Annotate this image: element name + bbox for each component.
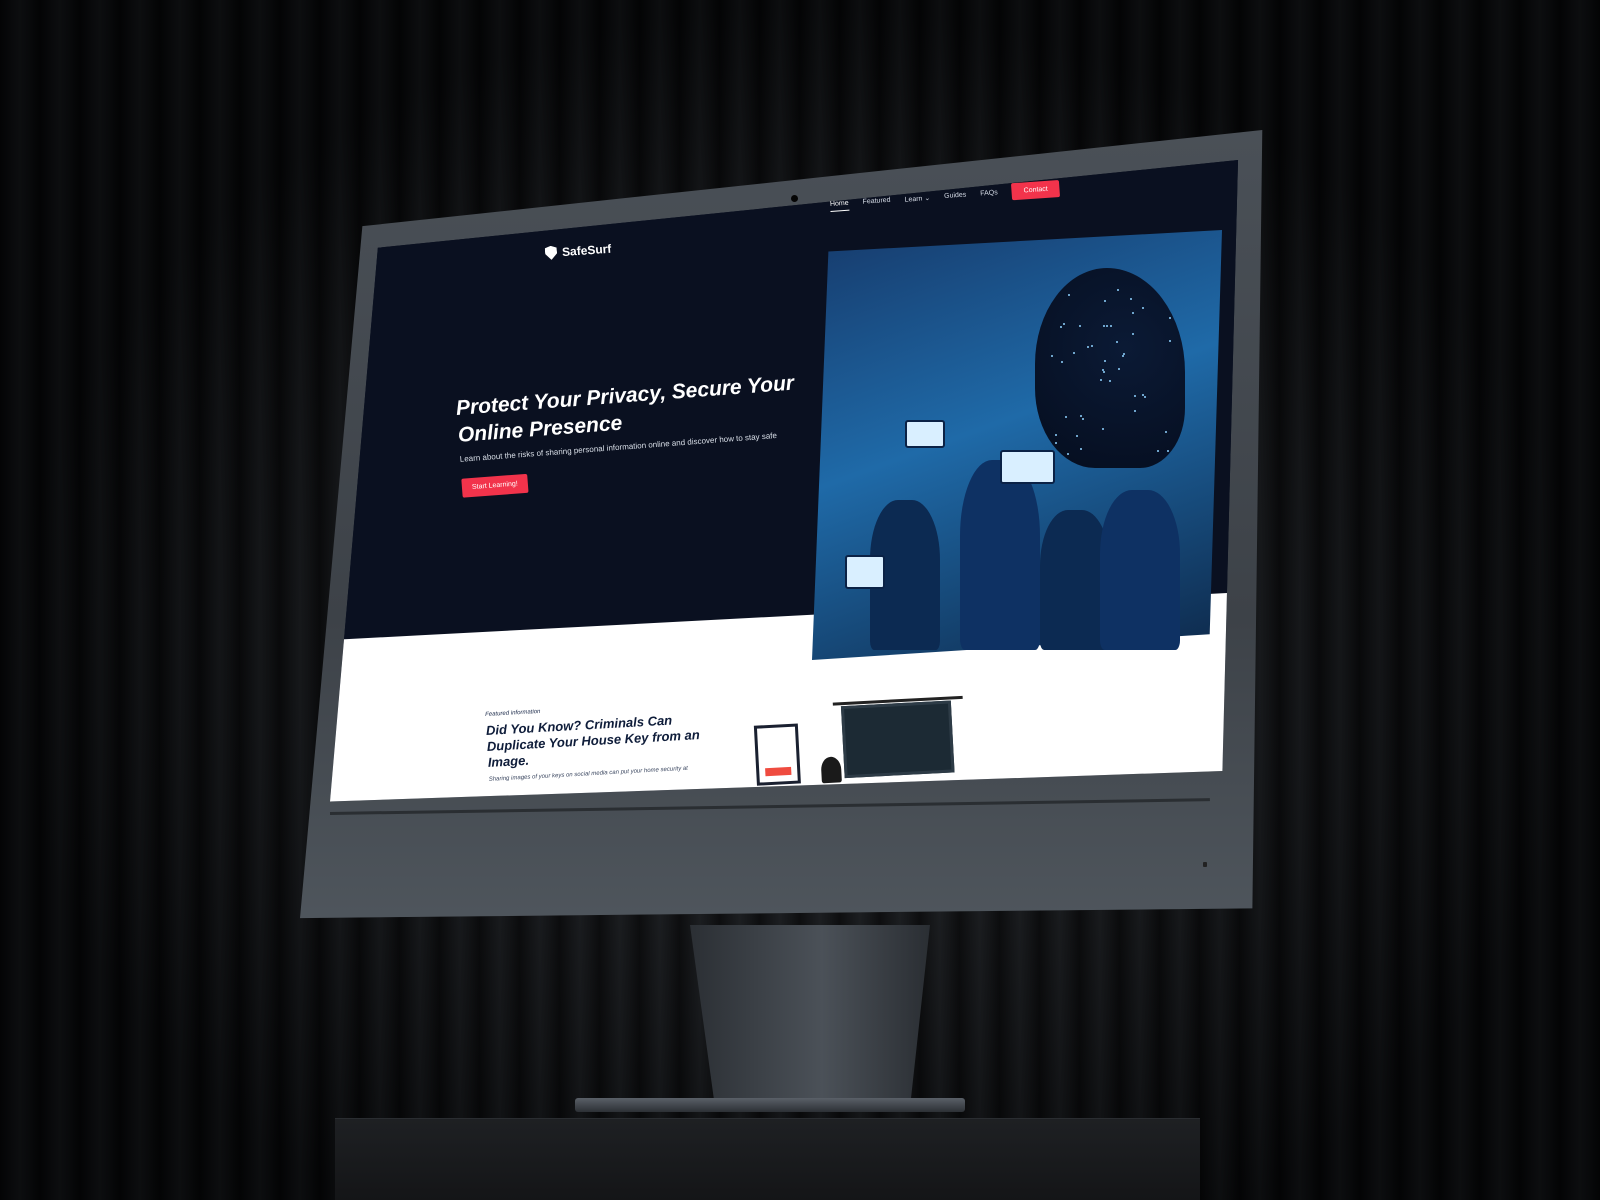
star-dot [1102,371,1105,374]
nav-item-faqs[interactable]: FAQs [980,189,998,197]
star-dot [1099,378,1102,381]
star-dot [1142,393,1145,396]
person-figure [960,460,1040,650]
star-dot [1117,367,1120,370]
pedestal [335,1118,1200,1200]
star-dot [1072,351,1075,354]
thief-figure [820,756,842,784]
tablet-graphic [905,420,945,448]
featured-illustration [753,695,977,790]
window-graphic [840,700,955,779]
nav-item-featured[interactable]: Featured [862,197,890,206]
star-dot [1102,324,1105,327]
star-dot [1143,395,1146,398]
shield-icon [545,245,558,260]
nav-item-home[interactable]: Home [830,200,849,208]
monitor-stand-base [575,1098,965,1112]
picture-frame-graphic [753,723,801,786]
nav-item-guides[interactable]: Guides [944,191,967,200]
nav-item-learn[interactable]: Learn ⌄ [904,194,930,204]
star-dot [1087,345,1090,348]
star-dot [1121,354,1124,357]
laptop-graphic [845,555,885,589]
star-dot [1109,324,1112,327]
featured-title[interactable]: Did You Know? Criminals Can Duplicate Yo… [486,710,728,771]
webcam-icon [791,195,798,202]
monitor-stand [690,925,930,1100]
star-dot [1062,323,1065,326]
person-figure [1100,490,1180,650]
star-dot [1133,394,1136,397]
contact-button[interactable]: Contact [1011,179,1061,201]
star-dot [1060,360,1063,363]
star-dot [1067,293,1070,296]
star-dot [1103,359,1106,362]
star-dot [1090,344,1093,347]
crowd-illustration [845,410,1210,650]
monitor-side-button [1203,862,1207,867]
featured-article: Featured information Did You Know? Crimi… [485,699,729,783]
laptop-graphic [1000,450,1055,484]
